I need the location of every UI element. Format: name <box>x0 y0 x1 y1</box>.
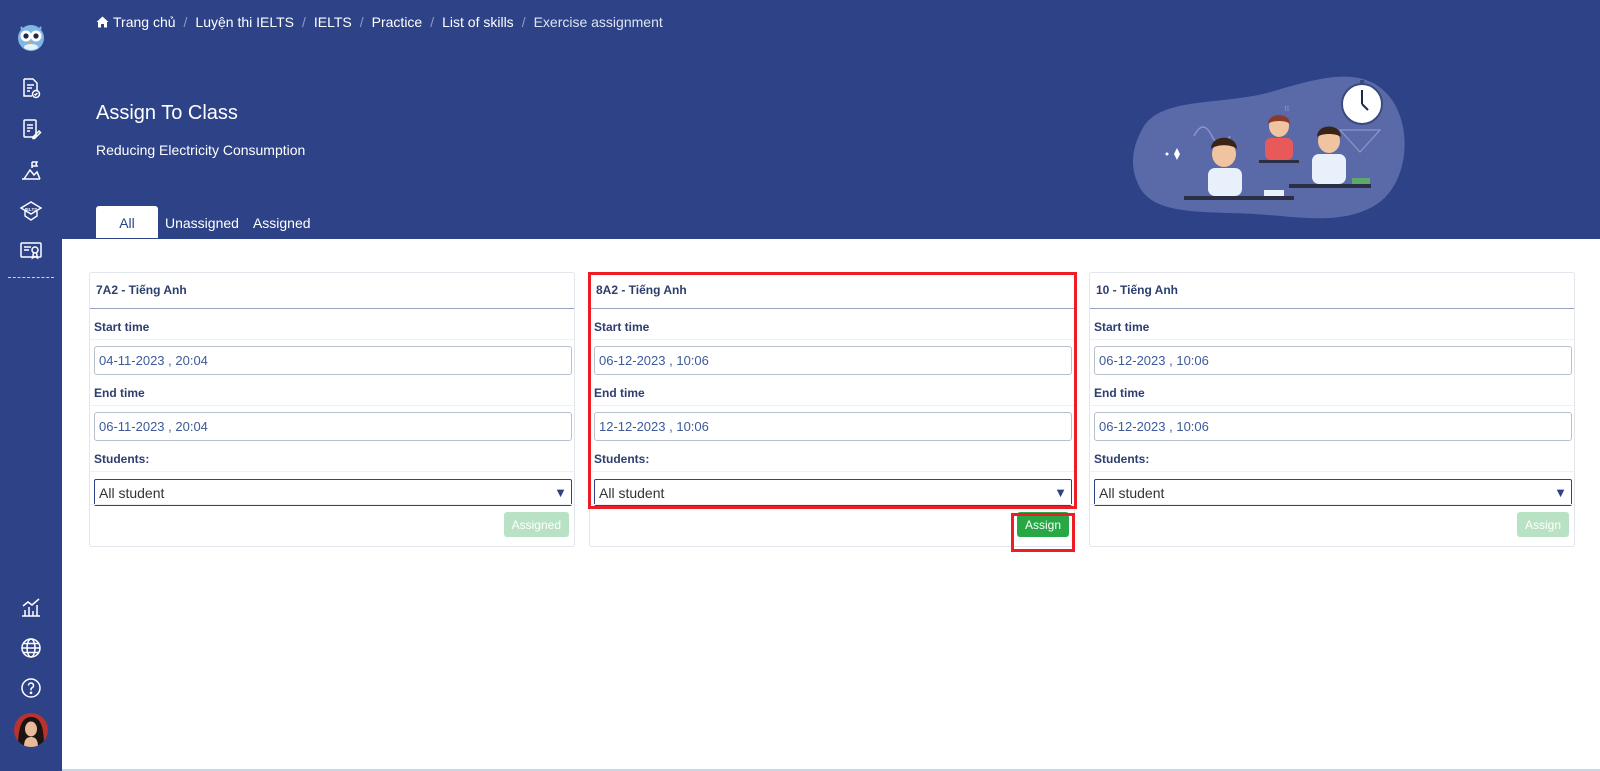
breadcrumb-separator: / <box>183 14 188 30</box>
end-time-input[interactable]: 12-12-2023 , 10:06 <box>594 412 1072 441</box>
breadcrumb: Trang chủ / Luyện thi IELTS / IELTS / Pr… <box>96 14 663 30</box>
end-time-input[interactable]: 06-11-2023 , 20:04 <box>94 412 572 441</box>
document-edit-icon[interactable] <box>16 114 46 144</box>
card-footer: Assign <box>590 504 1074 546</box>
assign-button[interactable]: Assign <box>1516 512 1569 537</box>
breadcrumb-item-practice[interactable]: Practice <box>372 14 423 30</box>
end-time-input[interactable]: 06-12-2023 , 10:06 <box>1094 412 1572 441</box>
card-title: 10 - Tiếng Anh <box>1090 273 1574 309</box>
tab-bar: All Unassigned Assigned <box>96 206 318 239</box>
globe-icon[interactable] <box>16 633 46 663</box>
class-card-8a2: 8A2 - Tiếng Anh Start time 06-12-2023 , … <box>589 272 1075 547</box>
certificate-icon[interactable] <box>16 236 46 266</box>
breadcrumb-separator: / <box>301 14 306 30</box>
tab-unassigned[interactable]: Unassigned <box>158 206 246 239</box>
breadcrumb-separator: / <box>521 14 526 30</box>
dropdown-arrow-icon: ▼ <box>1554 485 1567 500</box>
breadcrumb-item-ielts[interactable]: IELTS <box>314 14 352 30</box>
start-time-input[interactable]: 06-12-2023 , 10:06 <box>1094 346 1572 375</box>
document-check-icon[interactable] <box>16 73 46 103</box>
end-time-label: End time <box>90 375 574 406</box>
owl-logo-icon[interactable] <box>14 20 48 54</box>
start-time-label: Start time <box>590 309 1074 340</box>
class-card-7a2: 7A2 - Tiếng Anh Start time 04-11-2023 , … <box>89 272 575 547</box>
breadcrumb-item-list-of-skills[interactable]: List of skills <box>442 14 514 30</box>
breadcrumb-separator: / <box>430 14 435 30</box>
chart-mountain-icon[interactable] <box>16 155 46 185</box>
tab-all[interactable]: All <box>96 206 158 239</box>
card-footer: Assign <box>1090 504 1574 546</box>
ielts-icon[interactable]: IELTS <box>16 196 46 226</box>
breadcrumb-item-home[interactable]: Trang chủ <box>113 14 176 30</box>
tab-assigned[interactable]: Assigned <box>246 206 318 239</box>
classroom-illustration: π <box>1132 76 1405 219</box>
breadcrumb-item-ielts-prep[interactable]: Luyện thi IELTS <box>195 14 294 30</box>
sidebar: IELTS <box>0 0 62 771</box>
end-time-label: End time <box>590 375 1074 406</box>
students-select-value: All student <box>1099 484 1165 501</box>
end-time-label: End time <box>1090 375 1574 406</box>
assign-button[interactable]: Assign <box>1016 512 1069 537</box>
page-header: Trang chủ / Luyện thi IELTS / IELTS / Pr… <box>62 0 1600 239</box>
class-card-10: 10 - Tiếng Anh Start time 06-12-2023 , 1… <box>1089 272 1575 547</box>
students-label: Students: <box>1090 441 1574 472</box>
card-title: 7A2 - Tiếng Anh <box>90 273 574 309</box>
students-select[interactable]: All student ▼ <box>94 479 572 506</box>
breadcrumb-separator: / <box>359 14 364 30</box>
dropdown-arrow-icon: ▼ <box>1054 485 1067 500</box>
students-select[interactable]: All student ▼ <box>594 479 1072 506</box>
students-select-value: All student <box>99 484 165 501</box>
svg-text:π: π <box>1284 104 1290 113</box>
breadcrumb-item-current: Exercise assignment <box>533 14 663 30</box>
start-time-input[interactable]: 04-11-2023 , 20:04 <box>94 346 572 375</box>
help-icon[interactable] <box>16 673 46 703</box>
svg-text:IELTS: IELTS <box>25 207 37 212</box>
home-icon[interactable] <box>96 16 109 28</box>
start-time-label: Start time <box>1090 309 1574 340</box>
start-time-input[interactable]: 06-12-2023 , 10:06 <box>594 346 1072 375</box>
students-select[interactable]: All student ▼ <box>1094 479 1572 506</box>
page-title: Assign To Class <box>96 102 238 124</box>
students-label: Students: <box>90 441 574 472</box>
page-subtitle: Reducing Electricity Consumption <box>96 142 306 158</box>
card-footer: Assigned <box>90 504 574 546</box>
sidebar-divider <box>8 277 54 278</box>
students-label: Students: <box>590 441 1074 472</box>
user-avatar[interactable] <box>14 713 48 747</box>
header-divider <box>62 238 1600 239</box>
assigned-button[interactable]: Assigned <box>503 512 569 537</box>
start-time-label: Start time <box>90 309 574 340</box>
dropdown-arrow-icon: ▼ <box>554 485 567 500</box>
analytics-icon[interactable] <box>16 592 46 622</box>
students-select-value: All student <box>599 484 665 501</box>
card-title: 8A2 - Tiếng Anh <box>590 273 1074 309</box>
